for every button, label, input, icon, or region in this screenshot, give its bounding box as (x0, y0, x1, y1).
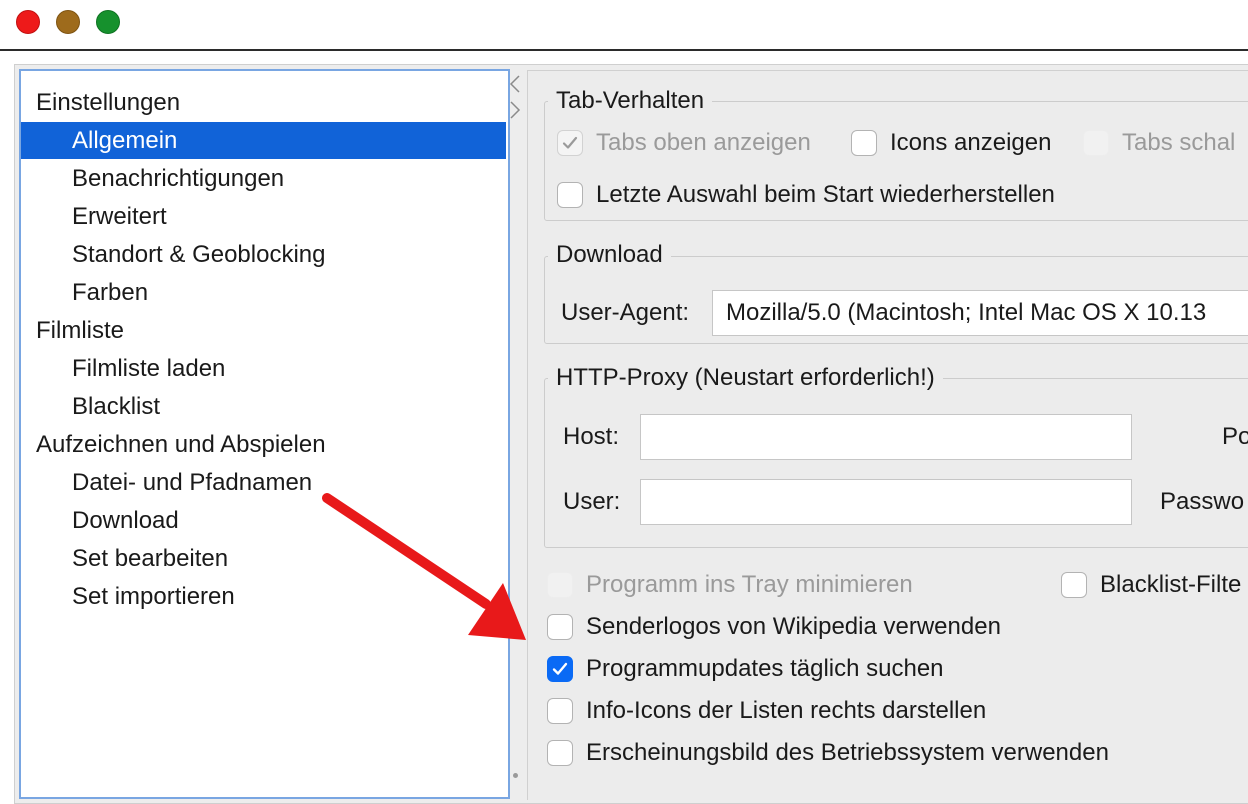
arrow-shaft (322, 493, 491, 609)
arrow-head (468, 583, 526, 640)
annotation-arrow (322, 493, 526, 640)
